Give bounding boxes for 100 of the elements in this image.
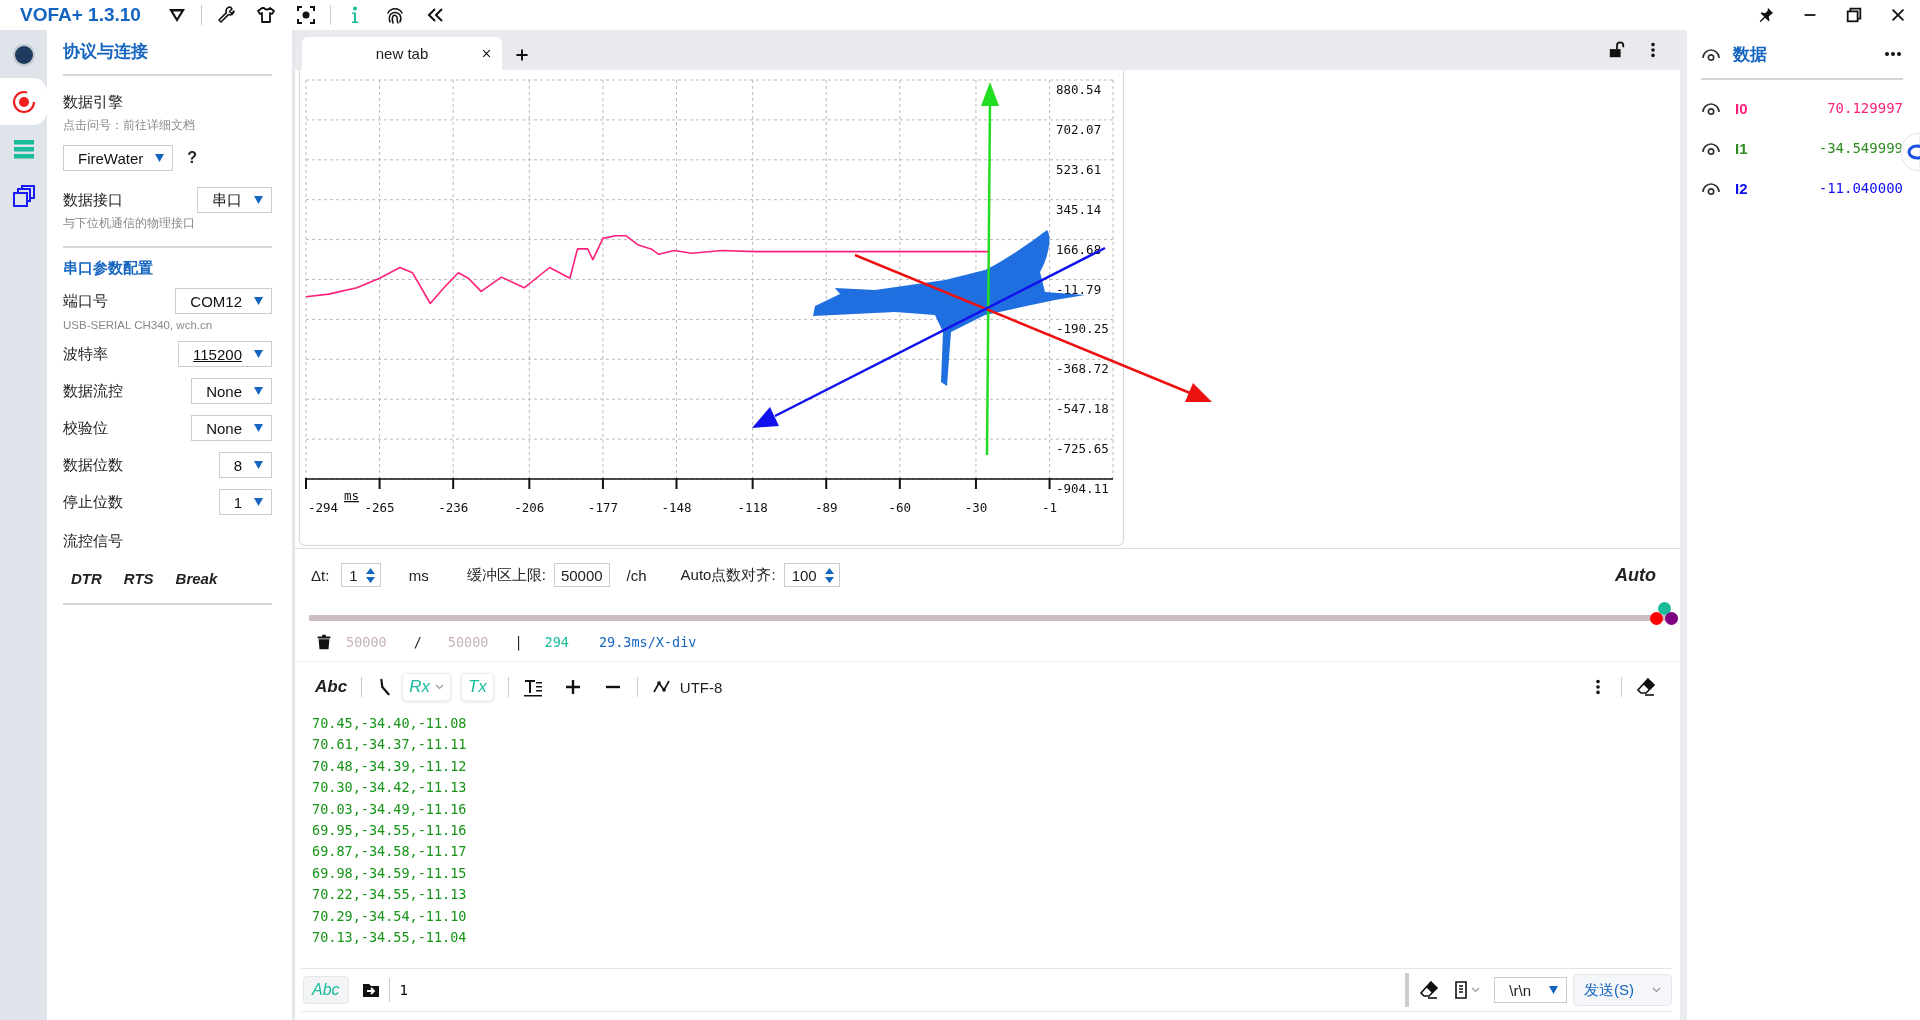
tab[interactable]: new tab [302,37,502,70]
dropdown[interactable]: 1 [218,489,272,515]
log-line: 70.48,-34.39,-11.12 [312,756,468,776]
log-line: 70.22,-34.55,-11.13 [312,885,468,905]
caret-icon [155,154,165,162]
spinner-arrows-icon [365,567,375,583]
log-line: 70.03,-34.49,-11.16 [312,799,468,819]
help-link[interactable]: ? [187,149,198,167]
caret-icon [254,297,263,305]
x-tick-label: -118 [737,500,768,515]
x-tick-label: -236 [438,500,469,515]
app-title: VOFA+ 1.3.10 [20,4,141,26]
spin-box[interactable]: 1 [341,563,381,587]
x-tick-label: -148 [661,500,692,515]
target-icon [11,89,36,114]
shirt-icon[interactable] [255,5,276,25]
eye-icon[interactable] [1701,180,1721,196]
channel-name: I1 [1735,139,1748,157]
send-button[interactable]: 发送(S) [1573,974,1672,1006]
channel-value: -34.549999 [1818,140,1903,156]
y-tick-label: 702.07 [1056,121,1102,137]
y-tick-label: -725.65 [1056,441,1109,457]
input-field[interactable]: 1 [397,974,1406,1006]
handle-dot[interactable] [1650,612,1663,625]
x-tick-label: -206 [514,500,545,515]
dropdown[interactable]: \r\n [1494,977,1567,1003]
sidebar-tab[interactable] [0,78,47,125]
x-tick-label: -294 [308,500,339,515]
channel-name: I0 [1735,99,1748,117]
y-tick-label: -190.25 [1056,321,1109,337]
pin-icon[interactable] [1757,6,1775,24]
signal-button[interactable]: RTS [123,569,154,587]
sample-count: 50000 [346,634,387,650]
wrench-icon[interactable] [215,5,236,25]
field-label: 数据接口 [63,190,123,210]
setting-label: 缓冲区上限: [466,565,546,585]
plus-icon[interactable] [514,47,530,63]
point-count: 294 [544,634,569,650]
dropdown[interactable]: 串口 [197,187,272,213]
signal-button[interactable]: Break [175,569,218,587]
caret-icon [254,350,263,358]
field-hint: 点击问号：前往详细文档 [63,118,196,132]
dropdown[interactable]: FireWater [63,145,174,171]
buffer-size: 50000 [447,634,489,650]
setting-label: Δt: [311,566,330,584]
log-line: 70.45,-34.40,-11.08 [312,714,468,733]
y-tick-label: -11.79 [1056,281,1102,297]
eraser-icon[interactable] [1636,677,1656,697]
mode-label[interactable]: Auto [1615,564,1656,586]
time-scale: 29.3ms/X-div [598,634,697,650]
field-label: 数据引擎 [63,92,124,112]
dropdown[interactable]: 115200 [178,341,272,367]
spinner-arrows-icon [824,567,834,583]
eye-icon[interactable] [1701,100,1721,116]
field-label: 数据位数 [63,455,123,475]
y-tick-label: -904.11 [1056,481,1109,496]
log-line: 70.30,-34.42,-11.13 [312,778,468,798]
field-hint: 与下位机通信的物理接口 [63,216,196,230]
maximize-icon[interactable] [1845,6,1863,24]
close-icon[interactable] [1889,6,1907,24]
eye-icon[interactable] [1701,140,1721,156]
encoding-label[interactable]: UTF-8 [679,678,723,696]
dropdown[interactable]: COM12 [175,288,272,314]
fingerprint-icon[interactable] [384,5,405,25]
log-line: 69.87,-34.58,-11.17 [312,842,468,862]
caret-icon [254,196,263,204]
field-label: 校验位 [63,418,108,438]
dropdown[interactable]: None [191,378,272,404]
setting-label: Auto点数对齐: [680,565,776,585]
windows-icon [11,183,36,208]
y-tick-label: 523.61 [1056,161,1102,177]
field-label: 数据流控 [63,381,123,401]
frame-icon[interactable] [295,5,316,25]
text-format-icon[interactable] [522,677,543,697]
separator: | [514,634,523,650]
unit-label: /ch [626,566,647,584]
trash-icon[interactable] [315,633,333,651]
field-label: 波特率 [63,344,108,364]
eye-icon[interactable] [1701,46,1721,62]
caret-icon [1549,986,1558,994]
dropdown[interactable]: None [191,415,272,441]
eraser-icon[interactable] [1419,980,1440,1000]
signal-button[interactable]: DTR [71,569,102,587]
handle-dot[interactable] [1665,612,1678,625]
x-tick-label: -60 [888,500,912,515]
field-hint: USB-SERIAL CH340, wch.cn [63,318,214,332]
x-tick-label: -265 [364,500,395,515]
padlock-icon[interactable] [1608,41,1626,59]
x-tick-label: -1 [1042,500,1058,515]
close-icon[interactable] [481,48,492,59]
dropdown[interactable]: 8 [218,452,272,478]
handle-dot[interactable] [1658,602,1671,615]
input-field[interactable]: 50000 [553,563,610,587]
format-button[interactable]: Abc [315,677,348,697]
caret-icon[interactable] [1471,987,1481,993]
caret-icon [254,424,263,432]
log-line: 69.98,-34.59,-11.15 [312,863,468,883]
spin-box[interactable]: 100 [783,563,840,587]
field-label: 停止位数 [63,492,123,512]
section-title: 串口参数配置 [63,258,154,278]
